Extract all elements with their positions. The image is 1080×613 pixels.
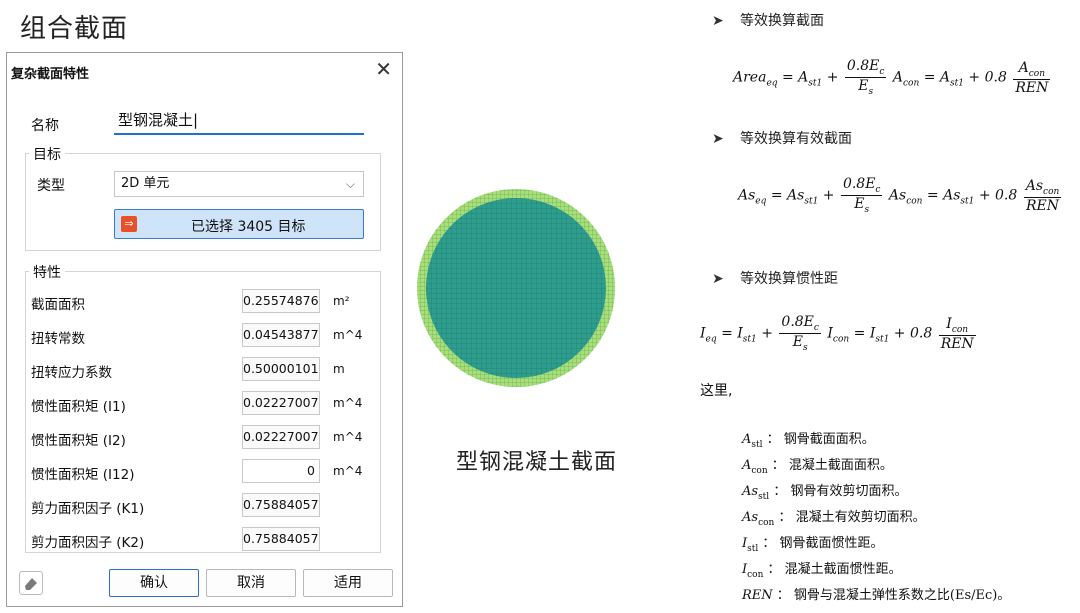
- select-targets-button[interactable]: ⇒ 已选择 3405 目标: [114, 209, 364, 239]
- bullet-equiv-inertia: ➤ 等效换算惯性距: [712, 271, 838, 287]
- definition-subscript: con: [758, 518, 775, 528]
- formula-inertia: Ieq = Ist1 + 0.8Ec Es Icon = Ist1 + 0.8 I…: [700, 314, 976, 353]
- definition-subscript: stl: [747, 544, 759, 554]
- definition-subscript: con: [751, 466, 768, 476]
- select-targets-label: 已选择 3405 目标: [191, 219, 306, 235]
- property-label: 惯性面积矩 (I12): [31, 467, 135, 483]
- bullet-equiv-section: ➤ 等效换算截面: [712, 13, 824, 29]
- property-value[interactable]: 0.75884057: [242, 493, 320, 517]
- property-unit: m: [333, 362, 345, 376]
- definition-text: 钢骨截面惯性距。: [779, 536, 884, 551]
- definition-line: Istl ： 钢骨截面惯性距。: [742, 536, 884, 554]
- note-intro: 这里,: [700, 383, 733, 399]
- section-caption: 型钢混凝土截面: [456, 450, 618, 475]
- name-input[interactable]: 型钢混凝土|: [114, 107, 364, 135]
- definition-line: Asstl ： 钢骨有效剪切面积。: [742, 484, 908, 502]
- property-unit: m²: [333, 294, 350, 308]
- definition-line: Icon ： 混凝土截面惯性距。: [742, 562, 902, 580]
- complex-section-dialog: 复杂截面特性 ✕ 名称 型钢混凝土| 目标 类型 2D 单元 ⌵ ⇒ 已选择 3…: [6, 52, 403, 607]
- formula-area: Areaeq = Ast1 + 0.8Ec Es Acon = Ast1 + 0.…: [733, 58, 1051, 97]
- definition-symbol: A: [742, 432, 752, 447]
- eraser-icon[interactable]: [19, 571, 43, 595]
- dialog-title: 复杂截面特性: [11, 67, 90, 82]
- property-label: 剪力面积因子 (K1): [31, 501, 145, 517]
- property-label: 惯性面积矩 (I2): [31, 433, 126, 449]
- property-value[interactable]: 0.50000101: [242, 357, 320, 381]
- definition-line: Astl ： 钢骨截面面积。: [742, 432, 875, 450]
- property-value[interactable]: 0.75884057: [242, 527, 320, 551]
- property-label: 截面面积: [31, 297, 85, 313]
- target-group-title: 目标: [29, 144, 65, 164]
- section-mesh-image: [417, 189, 615, 387]
- definition-line: REN ： 钢骨与混凝土弹性系数之比(Es/Ec)。: [742, 588, 1011, 603]
- definition-symbol: A: [742, 458, 752, 473]
- property-value[interactable]: 0.25574876: [242, 289, 320, 313]
- property-label: 惯性面积矩 (I1): [31, 399, 126, 415]
- type-select-value: 2D 单元: [121, 176, 170, 191]
- definition-symbol: As: [742, 510, 759, 525]
- property-unit: m^4: [333, 396, 363, 410]
- ok-button[interactable]: 确认: [109, 569, 199, 597]
- property-unit: m^4: [333, 464, 363, 478]
- definition-text: 钢骨截面面积。: [783, 432, 875, 447]
- definition-text: 混凝土有效剪切面积。: [795, 510, 926, 525]
- property-value[interactable]: 0.02227007: [242, 391, 320, 415]
- definition-line: Acon ： 混凝土截面面积。: [742, 458, 893, 476]
- property-value[interactable]: 0: [242, 459, 320, 483]
- type-select[interactable]: 2D 单元 ⌵: [114, 171, 364, 197]
- property-value[interactable]: 0.04543877: [242, 323, 320, 347]
- definition-text: 钢骨与混凝土弹性系数之比(Es/Ec)。: [793, 588, 1011, 603]
- property-label: 扭转常数: [31, 331, 85, 347]
- page-title: 组合截面: [20, 14, 129, 44]
- property-label: 剪力面积因子 (K2): [31, 535, 145, 551]
- definition-subscript: con: [747, 570, 764, 580]
- name-label: 名称: [31, 118, 59, 134]
- type-label: 类型: [37, 178, 65, 194]
- properties-group-title: 特性: [29, 262, 65, 282]
- select-target-icon: ⇒: [121, 216, 137, 232]
- close-icon[interactable]: ✕: [375, 57, 392, 81]
- formula-shear-area: Aseq = Asst1 + 0.8Ec Es Ascon = Asst1 + 0…: [738, 176, 1062, 215]
- definition-text: 混凝土截面惯性距。: [784, 562, 902, 577]
- chevron-down-icon: ⌵: [345, 177, 355, 191]
- definition-text: 钢骨有效剪切面积。: [790, 484, 908, 499]
- definition-line: Ascon ： 混凝土有效剪切面积。: [742, 510, 926, 528]
- property-value[interactable]: 0.02227007: [242, 425, 320, 449]
- definition-subscript: stl: [758, 492, 770, 502]
- bullet-arrow-icon: ➤: [712, 13, 724, 29]
- definition-symbol: As: [742, 484, 759, 499]
- definition-symbol: REN: [742, 588, 773, 603]
- bullet-arrow-icon: ➤: [712, 271, 724, 287]
- property-unit: m^4: [333, 430, 363, 444]
- property-label: 扭转应力系数: [31, 365, 112, 381]
- property-unit: m^4: [333, 328, 363, 342]
- definition-subscript: stl: [751, 440, 763, 450]
- definition-text: 混凝土截面面积。: [788, 458, 893, 473]
- bullet-equiv-effective-section: ➤ 等效换算有效截面: [712, 131, 852, 147]
- bullet-arrow-icon: ➤: [712, 131, 724, 147]
- cancel-button[interactable]: 取消: [206, 569, 296, 597]
- apply-button[interactable]: 适用: [303, 569, 393, 597]
